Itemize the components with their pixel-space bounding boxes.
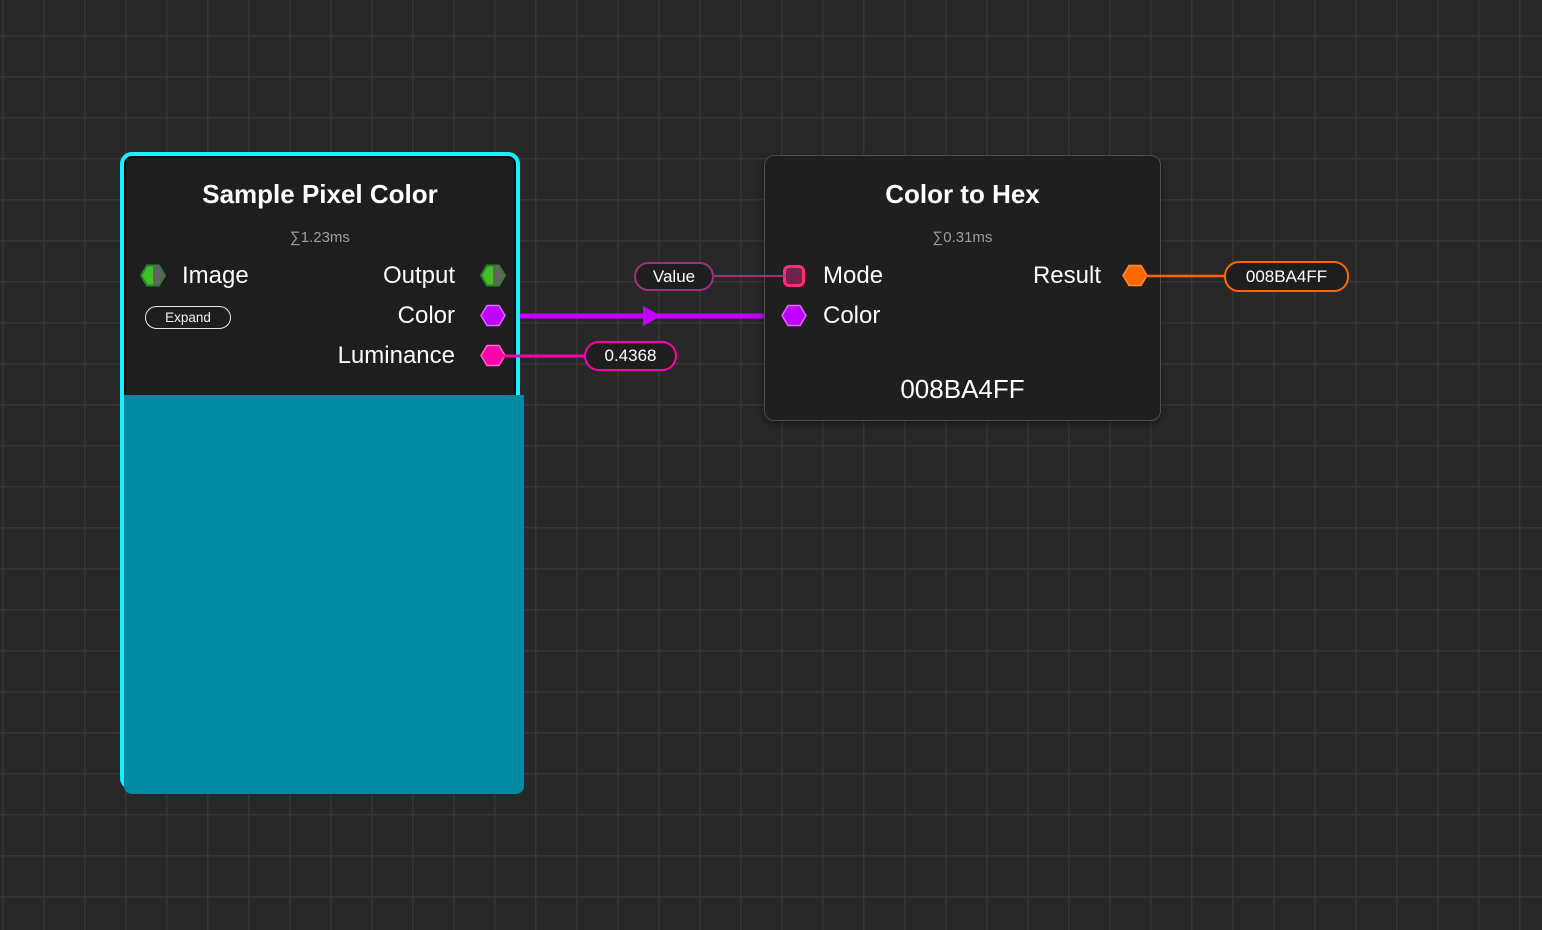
- wire-layer-over: [0, 0, 1542, 930]
- mode-value-badge[interactable]: Value: [634, 262, 714, 291]
- result-value-badge: 008BA4FF: [1224, 261, 1349, 292]
- luminance-value-badge: 0.4368: [584, 341, 677, 371]
- node-graph-canvas[interactable]: Sample Pixel Color ∑1.23ms Image Output …: [0, 0, 1542, 930]
